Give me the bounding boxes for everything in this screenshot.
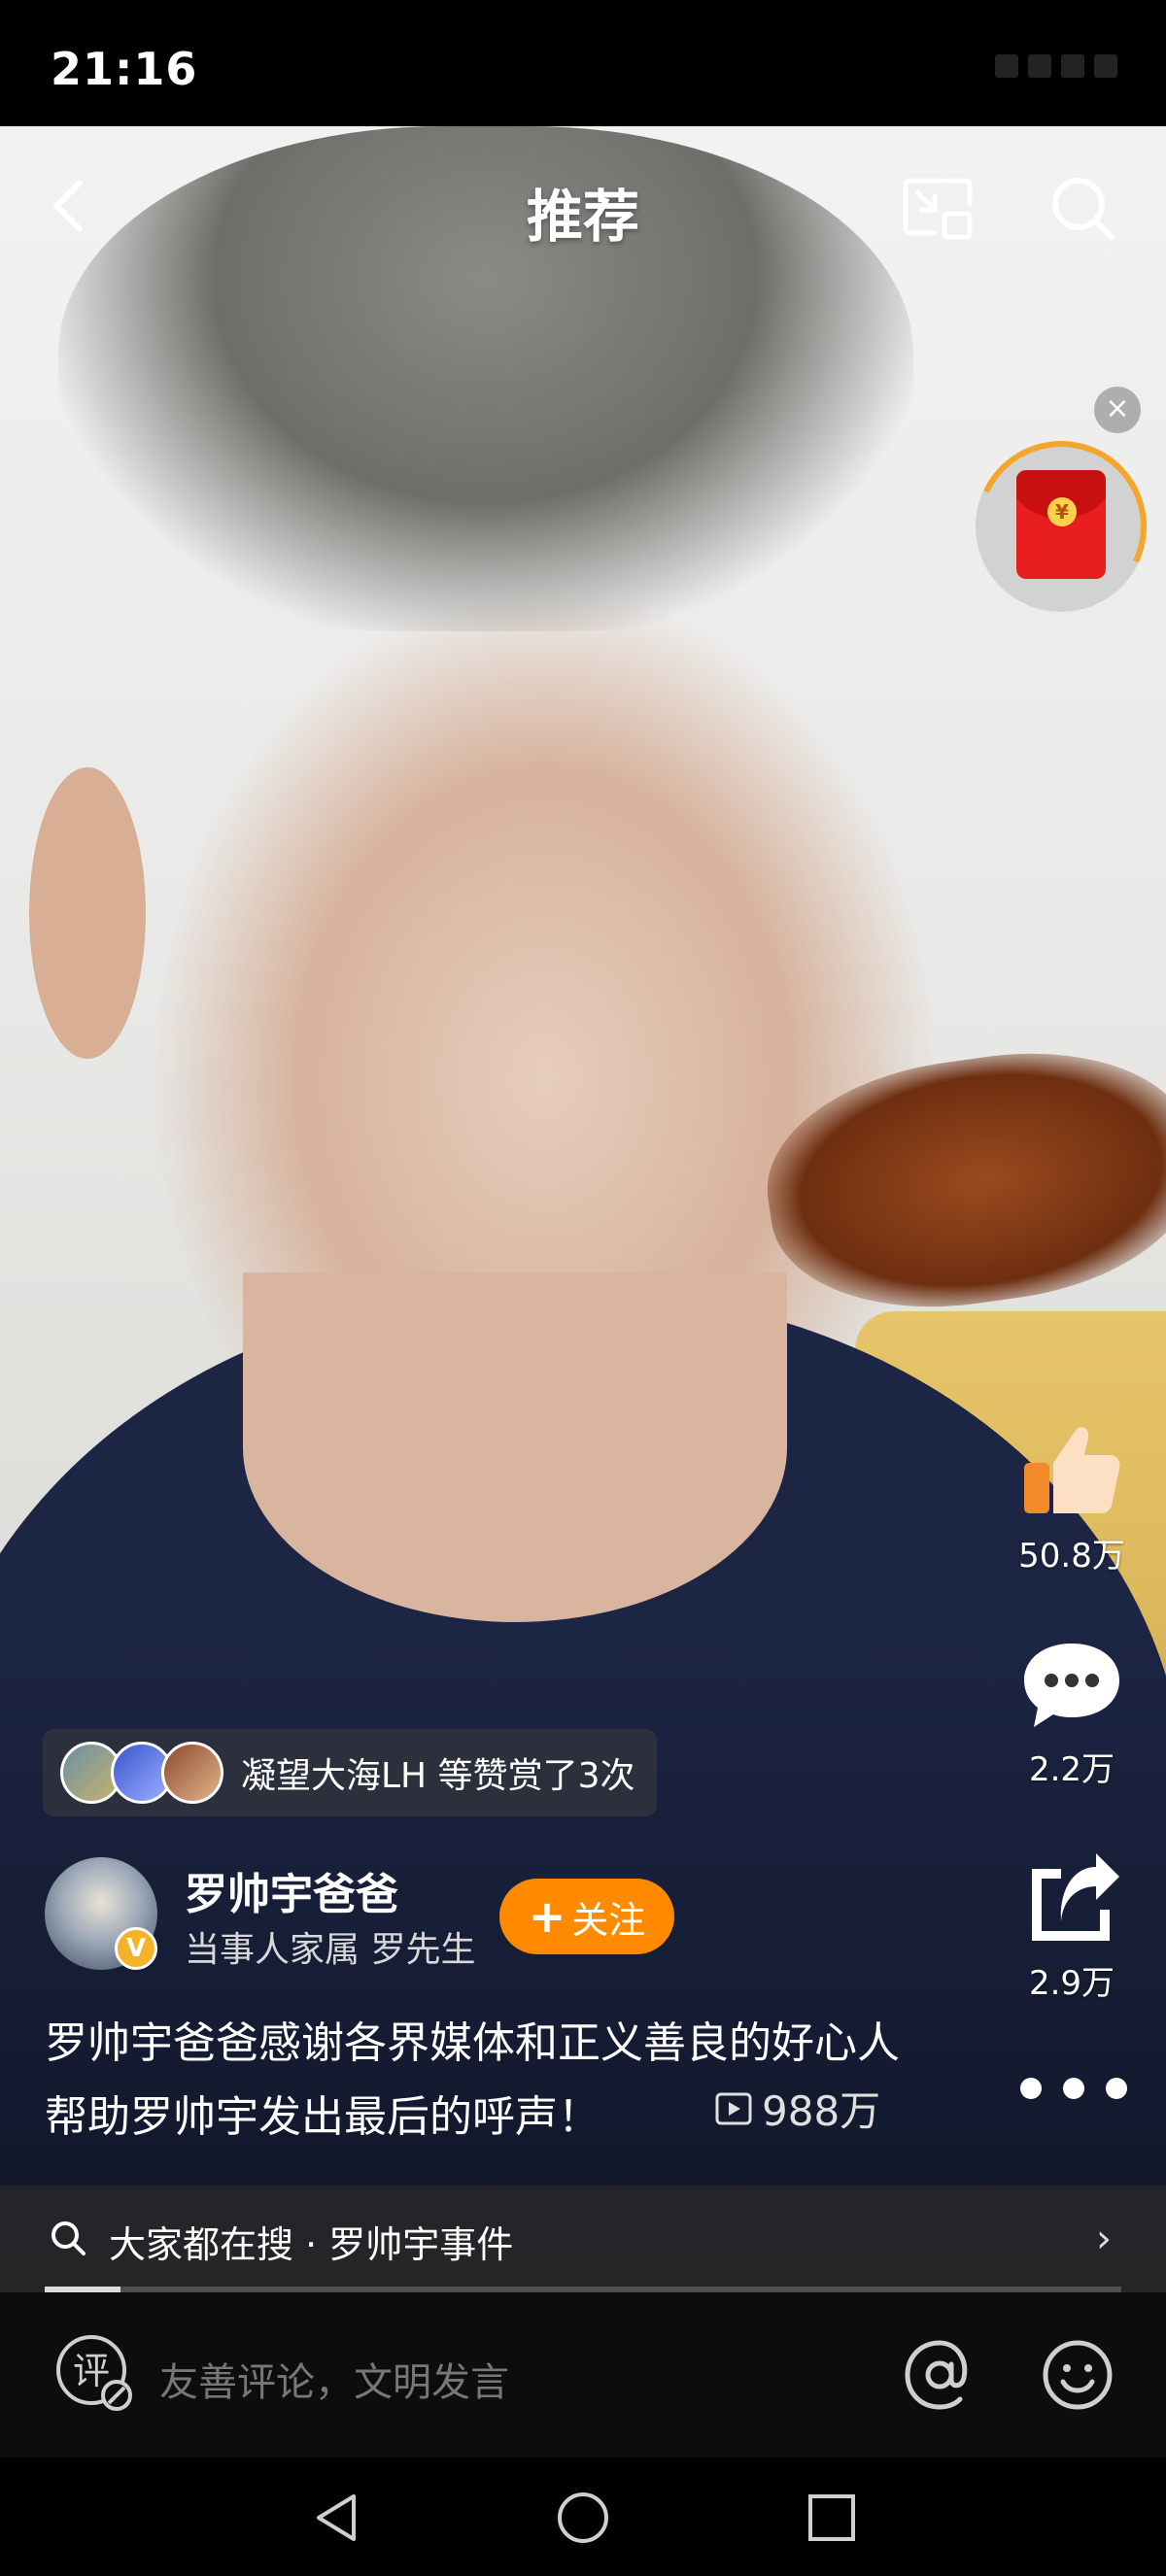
comment-input-bar: 评 友善评论，文明发言 (0, 2292, 1166, 2457)
nav-recents-icon[interactable] (805, 2491, 859, 2545)
violin-image (752, 1030, 1166, 1331)
red-packet-widget[interactable]: ¥ (951, 417, 1166, 636)
comment-action[interactable]: 2.2万 (1001, 1636, 1143, 1790)
avatar (161, 1742, 223, 1804)
system-navigation-bar (0, 2457, 1166, 2576)
video-player[interactable] (0, 126, 1166, 2292)
view-count-text: 988万 (762, 2087, 881, 2135)
share-icon[interactable] (1018, 1849, 1125, 1947)
search-suggestion-bar[interactable]: 大家都在搜 · 罗帅宇事件 › (0, 2186, 1166, 2292)
author-subtitle: 当事人家属 罗先生 (185, 1930, 476, 1970)
red-envelope-icon: ¥ (1016, 470, 1106, 579)
reward-text: 凝望大海LH 等赞赏了3次 (241, 1756, 635, 1796)
play-count-icon (715, 2092, 752, 2124)
follow-button[interactable]: + 关注 (499, 1879, 674, 1954)
verified-badge-icon: V (115, 1927, 157, 1970)
comment-input[interactable]: 友善评论，文明发言 (159, 2351, 509, 2407)
view-count: 988万 (715, 2079, 880, 2138)
like-count: 50.8万 (1018, 1537, 1125, 1576)
search-suggestion-text: 大家都在搜 · 罗帅宇事件 (109, 2223, 514, 2266)
comment-bubble-icon[interactable] (1018, 1636, 1125, 1733)
nav-home-icon[interactable] (556, 2491, 610, 2545)
more-options-icon[interactable] (1020, 2069, 1127, 2108)
author-name[interactable]: 罗帅宇爸爸 (185, 1859, 398, 1921)
share-count: 2.9万 (1028, 1964, 1115, 2003)
plus-icon: + (528, 1890, 566, 1943)
person-ear (29, 767, 146, 1059)
follow-label: 关注 (571, 1898, 646, 1942)
share-action[interactable]: 2.9万 (1001, 1849, 1143, 2004)
status-icons (995, 54, 1117, 78)
page-title[interactable]: 推荐 (0, 171, 1166, 253)
rewarder-avatars (60, 1729, 235, 1816)
comment-count: 2.2万 (1028, 1750, 1115, 1789)
reward-banner[interactable]: 凝望大海LH 等赞赏了3次 (43, 1729, 657, 1816)
person-neck (243, 1272, 787, 1622)
nav-back-icon[interactable] (309, 2491, 363, 2545)
search-icon (51, 2221, 86, 2255)
like-action[interactable]: 50.8万 (1001, 1412, 1143, 1576)
thumbs-up-icon[interactable] (1018, 1412, 1125, 1519)
status-time: 21:16 (51, 43, 198, 95)
emoji-icon[interactable] (1040, 2337, 1115, 2413)
chevron-right-icon: › (1096, 2217, 1112, 2261)
mention-at-icon[interactable] (902, 2337, 977, 2413)
status-bar: 21:16 (0, 0, 1166, 126)
red-packet-close-icon[interactable]: × (1094, 387, 1141, 433)
comment-compose-icon[interactable]: 评 (52, 2331, 136, 2415)
